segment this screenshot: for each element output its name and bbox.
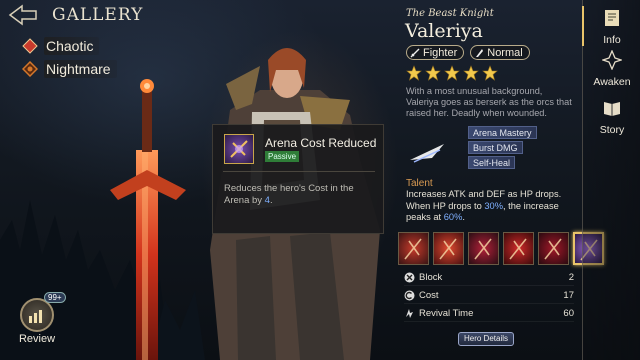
review-button[interactable]: 99+ Review (14, 292, 66, 345)
skill-2-icon (439, 238, 457, 260)
tooltip-divider (223, 171, 375, 172)
sidebar-item-info[interactable]: Info (582, 6, 640, 46)
difficulty-tag-nightmare[interactable]: Nightmare (22, 60, 117, 78)
review-label: Review (18, 333, 56, 345)
passive-badge: Passive (265, 151, 300, 162)
revival-time-icon (406, 309, 413, 318)
page-title: GALLERY (52, 5, 144, 25)
stat-label: Cost (419, 290, 439, 301)
rarity-pill[interactable]: Normal (470, 45, 530, 60)
sidebar-item-label: Awaken (593, 76, 631, 88)
tooltip-desc-text: Reduces the hero's Cost in the Arena by (224, 183, 354, 206)
skill-slot-3[interactable] (468, 232, 499, 265)
sidebar-item-story[interactable]: Story (583, 98, 640, 136)
hero-star-rating (406, 65, 498, 81)
stat-value: 60 (563, 308, 574, 319)
stat-label: Revival Time (419, 308, 474, 319)
talent-threshold: 30% (484, 200, 503, 211)
skill-slot-5[interactable] (538, 232, 569, 265)
hero-class-row: Fighter Normal (406, 45, 530, 60)
awaken-icon (600, 49, 624, 71)
talent-description: Increases ATK and DEF as HP drops. When … (406, 189, 576, 224)
gallery-header: GALLERY (8, 4, 143, 26)
skill-icon-row (398, 232, 604, 265)
review-bars-icon (20, 298, 54, 332)
talent-peak: 60% (443, 212, 463, 222)
skill-tag: Burst DMG (468, 141, 523, 154)
block-icon (404, 272, 415, 283)
skill-tooltip: Arena Cost Reduced Passive Reduces the h… (212, 124, 384, 234)
faction-label: Chaotic (44, 37, 100, 55)
star-icon (463, 65, 479, 81)
hero-name: Valeriya (405, 20, 483, 42)
skill-slot-4[interactable] (503, 232, 534, 265)
talent-text: . (462, 212, 465, 222)
role-label: Fighter (423, 46, 458, 59)
skill-slot-2[interactable] (433, 232, 464, 265)
skill-5-icon (544, 238, 562, 260)
sidebar-item-label: Story (599, 124, 625, 136)
hero-description: With a most unusual background, Valeriya… (406, 86, 572, 118)
star-icon (406, 65, 422, 81)
stat-label: Block (419, 272, 443, 283)
faction-tag-chaotic[interactable]: Chaotic (22, 37, 100, 55)
normal-rarity-icon (476, 48, 484, 57)
tooltip-desc-end: . (269, 195, 273, 206)
star-icon (425, 65, 441, 81)
stat-row-cost: Cost 17 (404, 288, 574, 304)
skill-slot-1[interactable] (398, 232, 429, 265)
stat-value: 2 (568, 272, 574, 283)
difficulty-label: Nightmare (44, 60, 117, 78)
hero-info-panel: The Beast Knight Valeriya Fighter Normal… (398, 0, 604, 360)
hero-sidebar-nav: Info Awaken Story (582, 0, 640, 360)
skill-tag: Self-Heal (468, 156, 516, 169)
role-pill[interactable]: Fighter (406, 45, 465, 60)
skill-tag: Arena Mastery (468, 126, 537, 139)
stat-row-revival-time: Revival Time 60 (404, 306, 574, 322)
fighter-icon (410, 48, 420, 57)
skill-tag-list: Arena Mastery Burst DMG Self-Heal (468, 126, 537, 169)
rarity-label: Normal (487, 46, 523, 59)
tooltip-title: Arena Cost Reduced (265, 136, 377, 150)
arena-cost-skill-icon (224, 134, 254, 164)
feather-skill-icon (410, 144, 444, 163)
back-button[interactable] (8, 4, 38, 26)
story-book-icon (604, 102, 620, 116)
skill-1-icon (404, 238, 422, 260)
review-count-badge: 99+ (44, 292, 66, 303)
stat-value: 17 (563, 290, 574, 301)
hero-details-button[interactable]: Hero Details (458, 332, 514, 346)
back-arrow-icon (8, 4, 37, 26)
hero-subtitle: The Beast Knight (406, 8, 494, 19)
star-icon (482, 65, 498, 81)
sidebar-item-label: Info (603, 34, 621, 46)
tooltip-description: Reduces the hero's Cost in the Arena by … (224, 183, 376, 207)
chaotic-icon (22, 38, 38, 54)
skill-4-icon (509, 238, 527, 260)
stat-row-block: Block 2 (404, 270, 574, 286)
talent-label: Talent (406, 178, 433, 189)
skill-3-icon (474, 238, 492, 260)
info-book-icon (605, 10, 619, 26)
nightmare-icon (22, 61, 38, 77)
sidebar-item-awaken[interactable]: Awaken (583, 49, 640, 88)
cost-icon (404, 290, 415, 301)
star-icon (444, 65, 460, 81)
